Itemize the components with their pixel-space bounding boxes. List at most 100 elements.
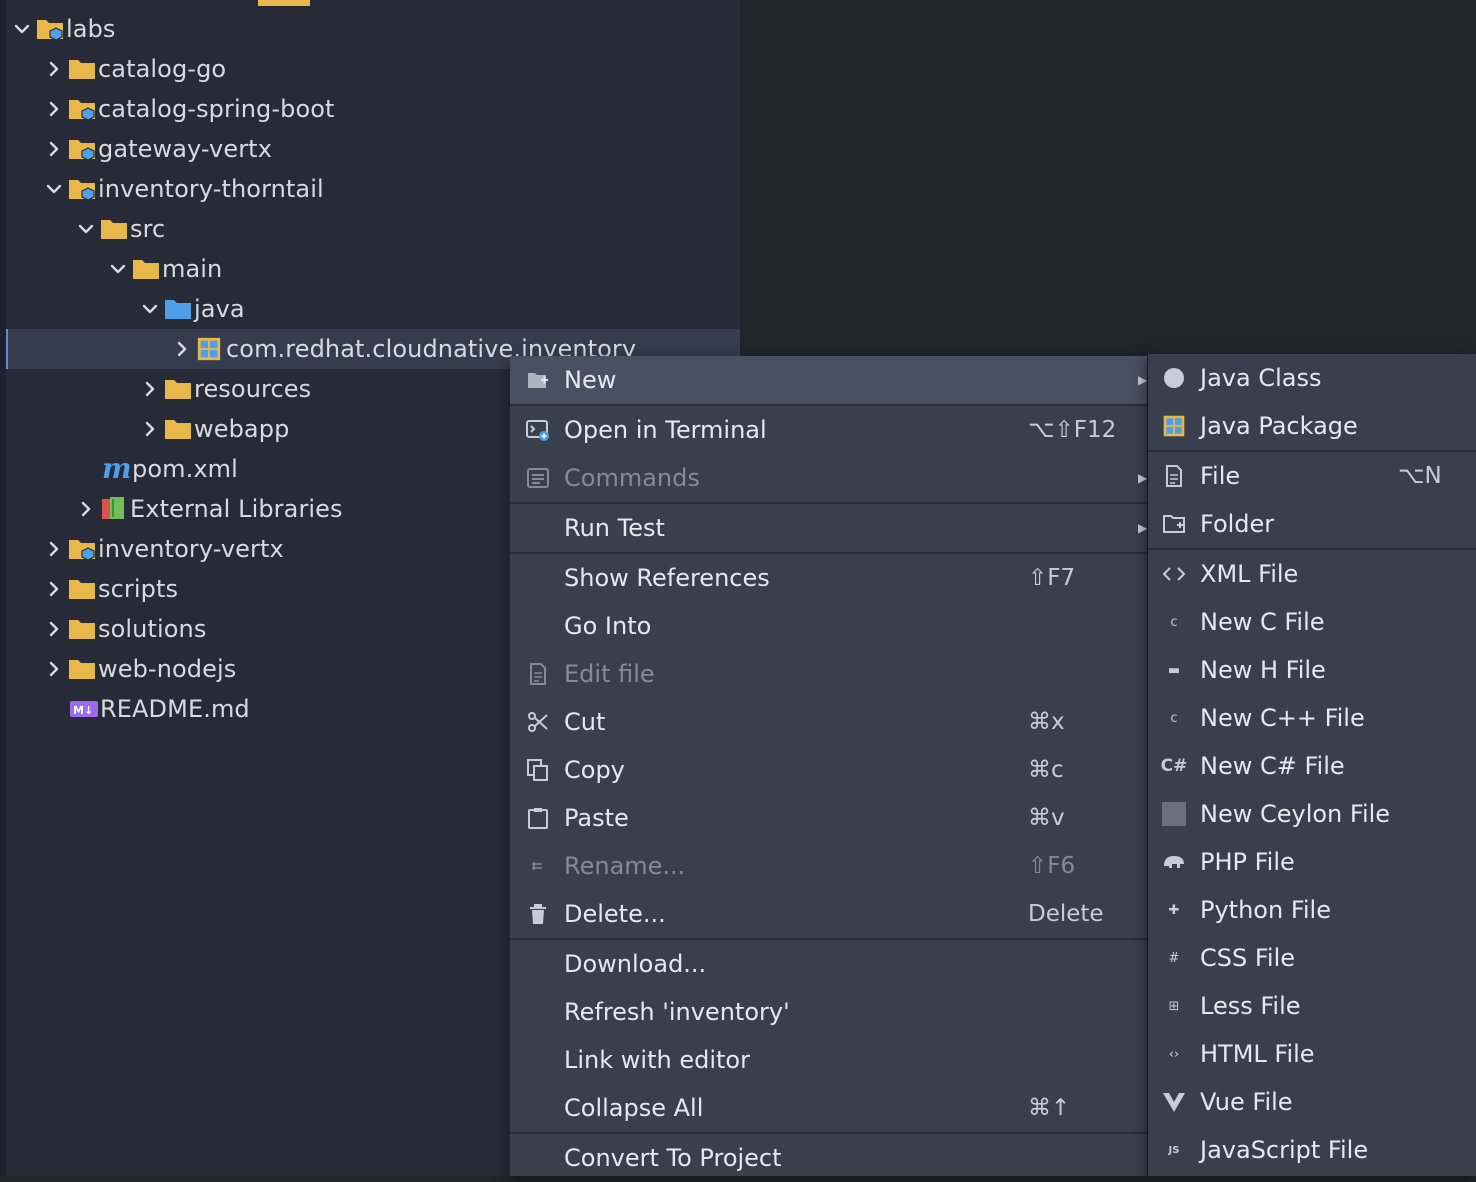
chevron-right-icon[interactable] [40,569,68,609]
menu-item-label: Commands [564,464,700,492]
menu-item-label: Run Test [564,514,665,542]
chevron-down-icon[interactable] [8,9,36,49]
menu-item-download[interactable]: Download... [510,940,1147,988]
menu-item-show-references[interactable]: Show References ⇧F7 [510,554,1147,602]
submenu-item-new-h-file[interactable]: ▬ New H File [1148,646,1476,694]
menu-item-paste[interactable]: Paste ⌘v [510,794,1147,842]
submenu-item-new-c-file[interactable]: c New C File [1148,598,1476,646]
chevron-down-icon[interactable] [72,209,100,249]
chevron-right-icon[interactable] [40,49,68,89]
c-file-icon: c [1170,614,1178,630]
submenu-item-java-class[interactable]: Java Class [1148,354,1476,402]
tree-item-inventory-thorntail[interactable]: inventory-thorntail [6,169,740,209]
menu-item-cut[interactable]: Cut ⌘x [510,698,1147,746]
menu-item-label: Convert To Project [564,1144,782,1172]
paste-icon [524,804,552,832]
submenu-item-label: XML File [1200,560,1299,588]
menu-item-link-with-editor[interactable]: Link with editor [510,1036,1147,1084]
menu-item-label: Paste [564,804,629,832]
tree-item-label: webapp [194,415,290,443]
menu-item-copy[interactable]: Copy ⌘c [510,746,1147,794]
project-folder-icon [68,89,98,129]
tree-item-label: inventory-thorntail [98,175,324,203]
menu-item-go-into[interactable]: Go Into [510,602,1147,650]
submenu-item-folder[interactable]: Folder [1148,500,1476,548]
chevron-right-icon[interactable] [40,609,68,649]
project-folder-icon [36,9,66,49]
submenu-item-php-file[interactable]: PHP File [1148,838,1476,886]
menu-item-new[interactable]: New ▶ [510,356,1147,404]
tree-item-catalog-spring-boot[interactable]: catalog-spring-boot [6,89,740,129]
scissors-icon [524,708,552,736]
tree-item-label: resources [194,375,312,403]
menu-item-shortcut: ⌘v [1028,805,1065,831]
chevron-right-icon[interactable] [40,649,68,689]
menu-item-commands[interactable]: Commands ▶ [510,454,1147,502]
submenu-item-label: CSS File [1200,944,1296,972]
submenu-item-css-file[interactable]: # CSS File [1148,934,1476,982]
submenu-item-new-csharp-file[interactable]: C# New C# File [1148,742,1476,790]
folder-icon [100,209,130,249]
menu-item-shortcut: ⌘c [1028,757,1064,783]
menu-item-label: Link with editor [564,1046,750,1074]
tree-item-labs[interactable]: labs [6,9,740,49]
chevron-down-icon[interactable] [104,249,132,289]
tree-item-catalog-go[interactable]: catalog-go [6,49,740,89]
tree-item-label: catalog-spring-boot [98,95,335,123]
chevron-right-icon[interactable] [168,329,196,369]
chevron-right-icon[interactable] [136,369,164,409]
submenu-item-label: JavaScript File [1200,1136,1369,1164]
chevron-right-icon[interactable] [40,529,68,569]
chevron-right-icon[interactable] [72,489,100,529]
submenu-item-html-file[interactable]: ‹› HTML File [1148,1030,1476,1078]
menu-item-shortcut: Delete [1028,901,1104,927]
css-file-icon: # [1168,950,1180,966]
menu-item-rename[interactable]: Rename... ⇧F6 [510,842,1147,890]
tree-item-label: labs [66,15,116,43]
menu-item-shortcut: ⇧F7 [1028,565,1076,591]
menu-item-run-test[interactable]: Run Test ▶ [510,504,1147,552]
submenu-item-less-file[interactable]: ⊞ Less File [1148,982,1476,1030]
submenu-item-file[interactable]: File ⌥N [1148,452,1476,500]
source-folder-icon [164,289,194,329]
submenu-item-xml-file[interactable]: XML File [1148,550,1476,598]
tree-item-label: README.md [100,695,250,723]
submenu-item-shortcut: ⌥N [1398,463,1442,489]
tree-item-label: catalog-go [98,55,227,83]
chevron-right-icon[interactable] [40,129,68,169]
menu-item-edit-file[interactable]: Edit file [510,650,1147,698]
active-tab-marker [258,0,310,6]
submenu-item-java-package[interactable]: Java Package [1148,402,1476,450]
new-icon [524,366,552,394]
tree-item-main[interactable]: main [6,249,740,289]
menu-item-shortcut: ⌥⇧F12 [1028,417,1117,443]
menu-item-delete[interactable]: Delete... Delete [510,890,1147,938]
submenu-item-python-file[interactable]: ✚ Python File [1148,886,1476,934]
tree-item-gateway-vertx[interactable]: gateway-vertx [6,129,740,169]
menu-item-collapse-all[interactable]: Collapse All ⌘↑ [510,1084,1147,1132]
menu-item-label: Cut [564,708,606,736]
rename-icon [524,852,552,880]
submenu-item-label: Folder [1200,510,1275,538]
chevron-right-icon[interactable] [40,89,68,129]
menu-item-refresh[interactable]: Refresh 'inventory' [510,988,1147,1036]
project-folder-icon [68,129,98,169]
submenu-item-new-ceylon-file[interactable]: New Ceylon File [1148,790,1476,838]
submenu-item-new-cpp-file[interactable]: c New C++ File [1148,694,1476,742]
chevron-down-icon[interactable] [40,169,68,209]
chevron-right-icon[interactable] [136,409,164,449]
menu-item-label: Delete... [564,900,666,928]
project-folder-icon [68,169,98,209]
less-file-icon: ⊞ [1168,998,1180,1014]
tree-item-src[interactable]: src [6,209,740,249]
submenu-item-vue-file[interactable]: Vue File [1148,1078,1476,1126]
submenu-item-label: Java Package [1200,412,1358,440]
xml-icon [1160,560,1188,588]
menu-item-open-in-terminal[interactable]: Open in Terminal ⌥⇧F12 [510,406,1147,454]
commands-icon [524,464,552,492]
chevron-down-icon[interactable] [136,289,164,329]
tree-item-java[interactable]: java [6,289,740,329]
submenu-arrow-icon: ▶ [1138,373,1148,387]
menu-item-convert-to-project[interactable]: Convert To Project [510,1134,1147,1182]
submenu-item-javascript-file[interactable]: JS JavaScript File [1148,1126,1476,1174]
